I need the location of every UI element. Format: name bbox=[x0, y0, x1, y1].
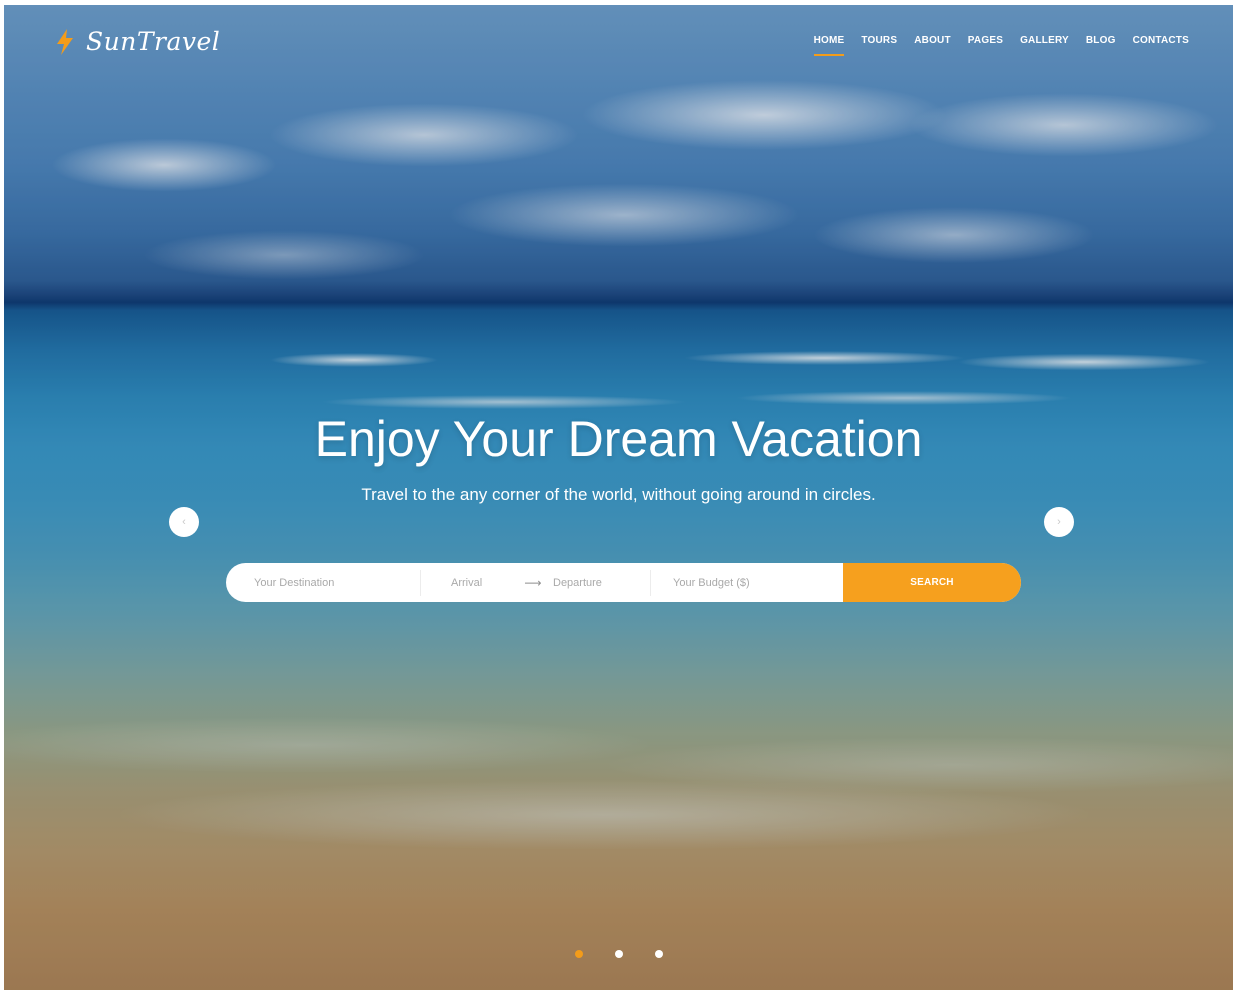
chevron-right-icon: › bbox=[1057, 515, 1061, 528]
nav-item-blog[interactable]: BLOG bbox=[1086, 35, 1116, 56]
hero-title: Enjoy Your Dream Vacation bbox=[314, 411, 923, 467]
hero-subtitle: Travel to the any corner of the world, w… bbox=[361, 485, 876, 504]
nav-item-gallery[interactable]: GALLERY bbox=[1020, 35, 1069, 56]
slider-pagination bbox=[4, 950, 1233, 958]
shore-foam bbox=[4, 645, 1233, 865]
search-button[interactable]: SEARCH bbox=[843, 563, 1021, 602]
departure-date-input[interactable]: Departure bbox=[551, 569, 651, 596]
arrow-right-icon: ⟶ bbox=[524, 575, 542, 590]
nav-item-about[interactable]: ABOUT bbox=[914, 35, 951, 56]
search-bar: Your Destination Arrival ⟶ Departure You… bbox=[226, 563, 1021, 602]
brand-logo[interactable]: SunTravel bbox=[54, 27, 220, 56]
nav-item-contacts[interactable]: CONTACTS bbox=[1133, 35, 1189, 56]
slider-next-button[interactable]: › bbox=[1044, 507, 1074, 537]
destination-input[interactable]: Your Destination bbox=[226, 569, 421, 596]
main-nav: HOME TOURS ABOUT PAGES GALLERY BLOG CONT… bbox=[813, 35, 1189, 56]
hero-section: SunTravel HOME TOURS ABOUT PAGES GALLERY… bbox=[4, 5, 1233, 990]
slide-dot-1[interactable] bbox=[574, 950, 583, 958]
nav-item-tours[interactable]: TOURS bbox=[861, 35, 897, 56]
brand-name: SunTravel bbox=[86, 27, 221, 56]
chevron-left-icon: ‹ bbox=[182, 515, 186, 528]
budget-input[interactable]: Your Budget ($) bbox=[651, 563, 843, 602]
slide-dot-2[interactable] bbox=[614, 950, 623, 958]
nav-item-home[interactable]: HOME bbox=[813, 35, 845, 56]
lightning-icon bbox=[57, 28, 73, 55]
slide-dot-3[interactable] bbox=[654, 950, 663, 958]
sky-clouds bbox=[4, 45, 1233, 295]
slider-prev-button[interactable]: ‹ bbox=[169, 507, 199, 537]
ocean-waves bbox=[4, 340, 1233, 420]
nav-item-pages[interactable]: PAGES bbox=[968, 35, 1003, 56]
arrival-date-input[interactable]: Arrival bbox=[421, 563, 515, 602]
